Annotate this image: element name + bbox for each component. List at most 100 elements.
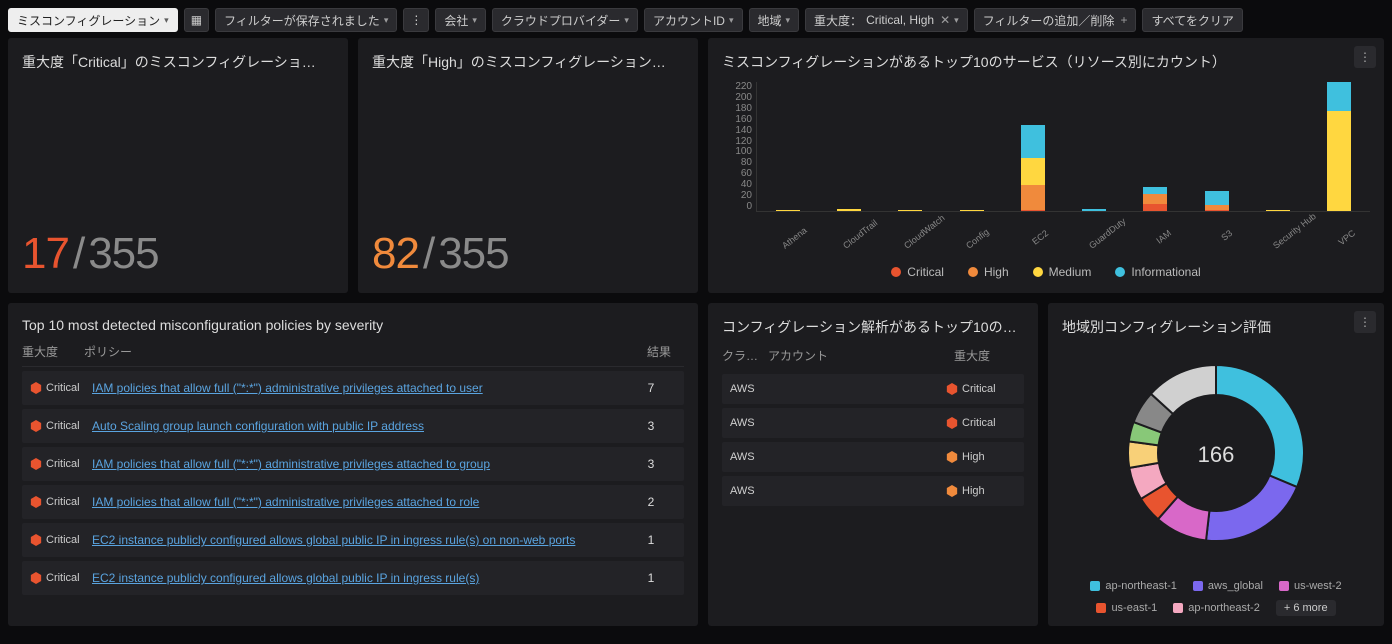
chart-title: ミスコンフィグレーションがあるトップ10のサービス（リソース別にカウント） [722, 52, 1370, 72]
col-account: アカウント [768, 347, 954, 364]
legend-swatch [1096, 603, 1106, 613]
hex-icon [30, 534, 42, 546]
table-row[interactable]: CriticalIAM policies that allow full ("*… [22, 447, 684, 481]
result-count: 7 [626, 381, 676, 395]
policy-link[interactable]: IAM policies that allow full ("*:*") adm… [92, 495, 626, 509]
accounts-title: コンフィグレーション解析があるトップ10の… [722, 317, 1024, 337]
bar-VPC[interactable] [1327, 82, 1351, 211]
legend-item[interactable]: aws_global [1193, 580, 1263, 592]
policy-link[interactable]: IAM policies that allow full ("*:*") adm… [92, 457, 626, 471]
saved-filters-dropdown[interactable]: フィルターが保存されました ▾ [215, 8, 397, 32]
policy-link[interactable]: EC2 instance publicly configured allows … [92, 533, 626, 547]
x-axis-labels: AthenaCloudTrailCloudWatchConfigEC2Guard… [756, 214, 1370, 224]
chevron-down-icon: ▾ [164, 15, 169, 26]
table-row[interactable]: CriticalEC2 instance publicly configured… [22, 561, 684, 595]
legend-item[interactable]: ap-northeast-2 [1173, 600, 1260, 616]
clear-all-button[interactable]: すべてをクリア [1142, 8, 1242, 32]
policy-link[interactable]: EC2 instance publicly configured allows … [92, 571, 626, 585]
bar-CloudTrail[interactable] [837, 209, 861, 211]
saved-filters-label: フィルターが保存されました [224, 12, 380, 29]
table-row[interactable]: AWSHigh [722, 442, 1024, 472]
legend-label: ap-northeast-2 [1188, 602, 1260, 614]
filter-severity[interactable]: 重大度： Critical, High ✕ ▾ [805, 8, 968, 32]
table-row[interactable]: CriticalAuto Scaling group launch config… [22, 409, 684, 443]
table-row[interactable]: Critical EC2 instance publicly configured… [22, 523, 684, 557]
table-row[interactable]: AWSHigh [722, 476, 1024, 506]
table-row[interactable]: CriticalIAM policies that allow full ("*… [22, 371, 684, 405]
legend-item[interactable]: High [968, 265, 1009, 279]
high-total: 355 [438, 229, 508, 279]
add-remove-filter-button[interactable]: フィルターの追加／削除+ [974, 8, 1137, 32]
bar-series[interactable] [756, 82, 1370, 212]
bar-S3[interactable] [1205, 191, 1229, 211]
hex-icon [30, 382, 42, 394]
filter-company[interactable]: 会社▾ [435, 8, 486, 32]
hex-icon [30, 420, 42, 432]
legend-label: aws_global [1208, 580, 1263, 592]
legend-swatch [1279, 581, 1289, 591]
severity-badge: Critical [946, 417, 1016, 429]
close-icon[interactable]: ✕ [940, 13, 950, 27]
hex-icon [30, 572, 42, 584]
table-row[interactable]: AWS Critical [722, 408, 1024, 438]
severity-label: High [962, 451, 985, 463]
legend-label: High [984, 265, 1009, 279]
col-results: 結果 [634, 343, 684, 360]
scope-dropdown[interactable]: ミスコンフィグレーション ▾ [8, 8, 178, 32]
critical-count: 17 [22, 229, 69, 279]
card-critical: 重大度「Critical」のミスコンフィグレーショ… 17 / 355 [8, 38, 348, 293]
legend-item[interactable]: Informational [1115, 265, 1200, 279]
kebab-icon[interactable]: ⋮ [1354, 311, 1376, 333]
donut-slice[interactable] [1216, 365, 1304, 487]
chevron-down-icon: ▾ [729, 15, 734, 26]
layout-grid-icon[interactable]: ▦ [184, 8, 209, 32]
bar-Config[interactable] [960, 210, 984, 211]
legend-item[interactable]: Critical [891, 265, 944, 279]
legend-more-button[interactable]: + 6 more [1276, 600, 1336, 616]
legend-item[interactable]: us-west-2 [1279, 580, 1342, 592]
chart-area: 220200180160140120100806040200 AthenaClo… [722, 82, 1370, 279]
policy-link[interactable]: Auto Scaling group launch configuration … [92, 419, 626, 433]
panel-top10-accounts: コンフィグレーション解析があるトップ10の… クラ… アカウント 重大度 AWS… [708, 303, 1038, 626]
legend-label: ap-northeast-1 [1105, 580, 1177, 592]
table-row[interactable]: AWS Critical [722, 374, 1024, 404]
result-count: 1 [626, 571, 676, 585]
severity-label: Critical [46, 534, 80, 546]
panel-top10-policies: Top 10 most detected misconfiguration po… [8, 303, 698, 626]
filter-region[interactable]: 地域▾ [749, 8, 800, 32]
bar-CloudWatch[interactable] [898, 210, 922, 211]
hex-icon [946, 383, 958, 395]
kebab-icon[interactable]: ⋮ [1354, 46, 1376, 68]
legend-swatch [1173, 603, 1183, 613]
legend-item[interactable]: ap-northeast-1 [1090, 580, 1177, 592]
table-row[interactable]: CriticalIAM policies that allow full ("*… [22, 485, 684, 519]
policy-link[interactable]: IAM policies that allow full ("*:*") adm… [92, 381, 626, 395]
accounts-header: クラ… アカウント 重大度 [722, 337, 1024, 370]
cloud-provider: AWS [730, 417, 776, 429]
donut-chart[interactable]: 166 [1116, 353, 1316, 556]
severity-badge: Critical [30, 420, 92, 432]
kebab-icon[interactable]: ⋮ [403, 8, 429, 32]
filter-severity-value: Critical, High [866, 13, 934, 27]
donut-slice[interactable] [1206, 475, 1297, 541]
filter-cloud[interactable]: クラウドプロバイダー▾ [492, 8, 638, 32]
bar-Athena[interactable] [776, 210, 800, 211]
col-cloud: クラ… [722, 347, 768, 364]
bar-EC2[interactable] [1021, 125, 1045, 211]
severity-label: Critical [962, 383, 996, 395]
hex-icon [30, 496, 42, 508]
accounts-body: AWS Critical AWS Critical AWSHigh AWSHigh [722, 374, 1024, 506]
legend-item[interactable]: us-east-1 [1096, 600, 1157, 616]
bar-Security Hub[interactable] [1266, 210, 1290, 211]
filter-account[interactable]: アカウントID▾ [644, 8, 743, 32]
bar-IAM[interactable] [1143, 187, 1167, 211]
bar-GuardDuty[interactable] [1082, 209, 1106, 211]
cloud-provider: AWS [730, 383, 776, 395]
policies-body[interactable]: Critical IAM policies that allow full ("*… [22, 367, 684, 597]
legend-swatch [1193, 581, 1203, 591]
severity-badge: Critical [30, 572, 92, 584]
legend-item[interactable]: Medium [1033, 265, 1092, 279]
severity-label: High [962, 485, 985, 497]
critical-total: 355 [88, 229, 158, 279]
chevron-down-icon: ▾ [384, 15, 389, 26]
